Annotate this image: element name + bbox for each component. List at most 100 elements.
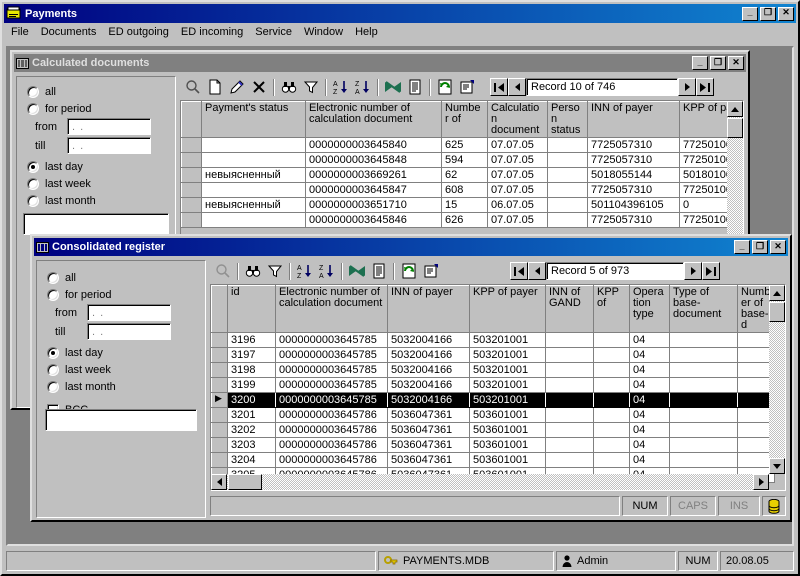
table-cell[interactable]: 3196 <box>227 332 276 348</box>
row-selector-cell[interactable] <box>211 332 228 348</box>
new-document-icon[interactable] <box>204 77 226 98</box>
row-selector-cell[interactable] <box>211 347 228 363</box>
table-cell[interactable]: невыясненный <box>201 197 306 213</box>
column-header-payment-status[interactable]: Payment's status <box>201 101 306 138</box>
column-header-electronic-number[interactable]: Electronic number of calculation documen… <box>275 285 388 333</box>
consolidated-radio-all[interactable]: all <box>37 269 205 286</box>
table-cell[interactable] <box>545 437 594 453</box>
row-selector-cell[interactable] <box>181 137 202 153</box>
edit-icon[interactable] <box>226 77 248 98</box>
first-record-button[interactable] <box>490 78 508 96</box>
consolidated-horizontal-scrollbar[interactable] <box>211 474 769 490</box>
table-row[interactable]: 3199 0000000003645785 5032004166 503201001 … <box>211 377 775 393</box>
table-cell[interactable] <box>545 422 594 438</box>
table-cell[interactable] <box>669 377 738 393</box>
table-cell[interactable] <box>547 167 588 183</box>
table-cell[interactable]: 5032004166 <box>387 377 470 393</box>
search-icon[interactable] <box>212 261 234 282</box>
next-record-button[interactable] <box>678 78 696 96</box>
table-cell[interactable]: 7725057310 <box>587 137 680 153</box>
menu-item-file[interactable]: File <box>5 24 35 40</box>
table-cell[interactable]: 625 <box>441 137 488 153</box>
column-header-kpp-of-payer[interactable]: KPP of payer <box>469 285 546 333</box>
table-cell[interactable]: 503601001 <box>469 422 546 438</box>
table-cell[interactable]: 5018055144 <box>587 167 680 183</box>
row-selector-cell[interactable] <box>181 212 202 228</box>
table-row[interactable]: 0000000003645848 594 07.07.05 7725057310 77… <box>181 152 743 168</box>
row-selector-cell[interactable] <box>181 182 202 198</box>
properties-icon[interactable] <box>456 77 478 98</box>
table-cell[interactable] <box>547 212 588 228</box>
table-cell[interactable]: 04 <box>629 347 670 363</box>
column-header-inn-of-gand[interactable]: INN of GAND <box>545 285 594 333</box>
consolidated-maximize-button[interactable]: ❐ <box>752 240 768 254</box>
menu-item-help[interactable]: Help <box>349 24 384 40</box>
consolidated-radio-for-period[interactable]: for period <box>37 286 205 303</box>
table-cell[interactable] <box>545 392 594 408</box>
calculated-radio-last-week[interactable]: last week <box>17 175 175 192</box>
table-cell[interactable]: 0000000003645846 <box>305 212 442 228</box>
window-consolidated-register[interactable]: Consolidated register _ ❐ ✕ all for peri… <box>30 234 792 522</box>
next-record-button[interactable] <box>684 262 702 280</box>
menu-item-ed-outgoing[interactable]: ED outgoing <box>102 24 175 40</box>
previous-record-button[interactable] <box>528 262 546 280</box>
table-cell[interactable]: 0000000003651710 <box>305 197 442 213</box>
table-cell[interactable] <box>547 182 588 198</box>
table-row[interactable]: 3203 0000000003645786 5036047361 503601001 … <box>211 437 775 453</box>
table-cell[interactable] <box>545 452 594 468</box>
table-cell[interactable]: 04 <box>629 392 670 408</box>
table-cell[interactable]: 3201 <box>227 407 276 423</box>
scroll-up-button[interactable] <box>727 101 743 117</box>
refresh-icon[interactable] <box>398 261 420 282</box>
consolidated-radio-last-week[interactable]: last week <box>37 361 205 378</box>
calculated-from-input[interactable]: . . <box>67 118 151 135</box>
row-selector-cell[interactable] <box>181 167 202 183</box>
row-selector-cell[interactable] <box>211 452 228 468</box>
table-cell[interactable]: 0000000003645786 <box>275 407 388 423</box>
table-cell[interactable]: 3203 <box>227 437 276 453</box>
table-cell[interactable]: 7725057310 <box>587 212 680 228</box>
table-cell[interactable]: 0000000003645786 <box>275 437 388 453</box>
table-cell[interactable]: 15 <box>441 197 488 213</box>
column-header-id[interactable]: id <box>227 285 276 333</box>
properties-icon[interactable] <box>420 261 442 282</box>
column-header-person-status[interactable]: Person status <box>547 101 588 138</box>
table-cell[interactable]: 3197 <box>227 347 276 363</box>
table-row[interactable]: 0000000003645846 626 07.07.05 7725057310 77… <box>181 212 743 228</box>
table-cell[interactable]: 0000000003645785 <box>275 392 388 408</box>
table-cell[interactable] <box>669 347 738 363</box>
delete-icon[interactable] <box>248 77 270 98</box>
scrollbar-thumb[interactable] <box>228 474 262 490</box>
first-record-button[interactable] <box>510 262 528 280</box>
table-cell[interactable] <box>545 347 594 363</box>
table-cell[interactable]: 5032004166 <box>387 362 470 378</box>
table-cell[interactable]: 7725057310 <box>587 182 680 198</box>
table-cell[interactable] <box>201 182 306 198</box>
table-cell[interactable]: 04 <box>629 452 670 468</box>
column-header-inn-of-payer[interactable]: INN of payer <box>587 101 680 138</box>
consolidated-grid[interactable]: id Electronic number of calculation docu… <box>210 284 786 491</box>
table-row[interactable]: невыясненный 0000000003651710 15 06.07.05 5… <box>181 197 743 213</box>
table-cell[interactable]: 5036047361 <box>387 407 470 423</box>
scrollbar-thumb[interactable] <box>769 302 785 322</box>
column-header-type-of-base-document[interactable]: Type of base-document <box>669 285 738 333</box>
table-cell[interactable]: 503201001 <box>469 392 546 408</box>
table-cell[interactable] <box>593 347 630 363</box>
table-row[interactable]: 3204 0000000003645786 5036047361 503601001 … <box>211 452 775 468</box>
table-cell[interactable]: 62 <box>441 167 488 183</box>
filter-funnel-icon[interactable] <box>300 77 322 98</box>
consolidated-minimize-button[interactable]: _ <box>734 240 750 254</box>
scroll-left-button[interactable] <box>211 474 227 490</box>
table-cell[interactable]: 07.07.05 <box>487 212 548 228</box>
consolidated-radio-last-month[interactable]: last month <box>37 378 205 395</box>
table-row[interactable]: ▶ 3200 0000000003645785 5032004166 503201001… <box>211 392 775 408</box>
row-selector-cell[interactable] <box>211 377 228 393</box>
scrollbar-track[interactable] <box>211 474 769 490</box>
table-row[interactable]: 3196 0000000003645785 5032004166 503201001 … <box>211 332 775 348</box>
sort-descending-icon[interactable]: Z A <box>352 77 374 98</box>
table-cell[interactable]: 5032004166 <box>387 332 470 348</box>
table-cell[interactable]: 608 <box>441 182 488 198</box>
sort-ascending-icon[interactable]: A Z <box>330 77 352 98</box>
table-cell[interactable]: 3202 <box>227 422 276 438</box>
table-cell[interactable] <box>593 422 630 438</box>
